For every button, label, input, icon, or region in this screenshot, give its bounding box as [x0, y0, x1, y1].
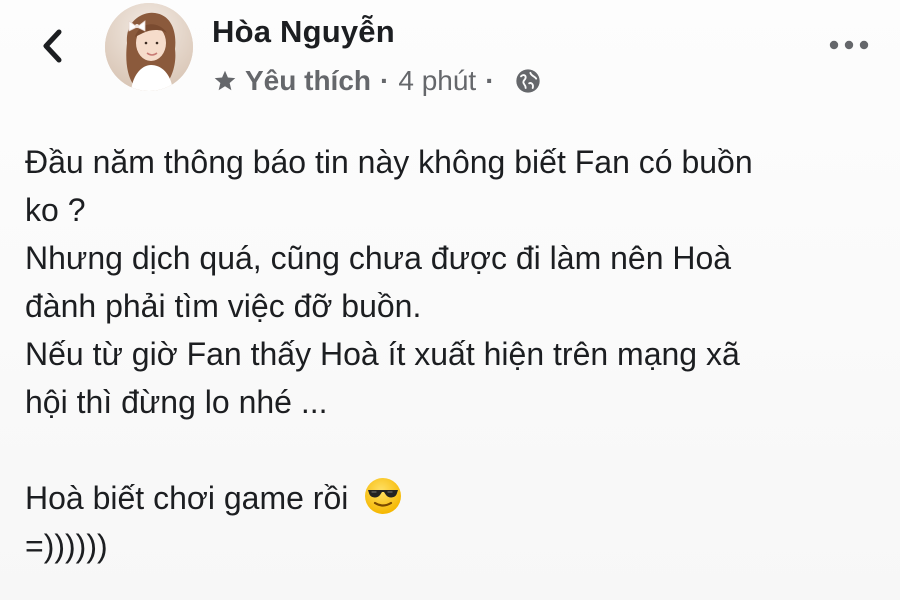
author-name[interactable]: Hòa Nguyễn [212, 14, 395, 50]
more-options-button[interactable] [826, 30, 872, 60]
post-line: ko ? [25, 192, 86, 228]
meta-separator: · [380, 65, 390, 96]
post-line: hội thì đừng lo nhé ... [25, 384, 328, 420]
post-text: Đầu năm thông báo tin này không biết Fan… [25, 138, 885, 570]
audience-label[interactable]: Yêu thích [245, 65, 371, 97]
globe-icon[interactable] [514, 67, 542, 95]
sunglasses-emoji [365, 478, 402, 514]
paragraph-break [25, 426, 885, 474]
meta-separator-2: · [485, 65, 495, 96]
closing-text: Hoà biết chơi game rồi [25, 480, 349, 516]
post-line: Đầu năm thông báo tin này không biết Fan… [25, 144, 753, 180]
post-line-closing: Hoà biết chơi game rồi [25, 474, 885, 522]
avatar[interactable] [105, 3, 193, 91]
avatar-photo [105, 3, 193, 91]
post-line-last: =)))))) [25, 528, 108, 564]
post-screen: Hòa Nguyễn Yêu thích · 4 phút · Đầu năm … [0, 0, 900, 600]
post-meta: Yêu thích · 4 phút · [212, 62, 542, 100]
post-line: Nếu từ giờ Fan thấy Hoà ít xuất hiện trê… [25, 336, 740, 372]
chevron-left-icon [43, 29, 62, 63]
star-icon [214, 70, 236, 91]
post-line: đành phải tìm việc đỡ buồn. [25, 288, 422, 324]
more-horizontal-icon [829, 40, 869, 50]
post-line: Nhưng dịch quá, cũng chưa được đi làm nê… [25, 240, 732, 276]
back-button[interactable] [30, 20, 74, 72]
post-time[interactable]: 4 phút [398, 65, 476, 97]
